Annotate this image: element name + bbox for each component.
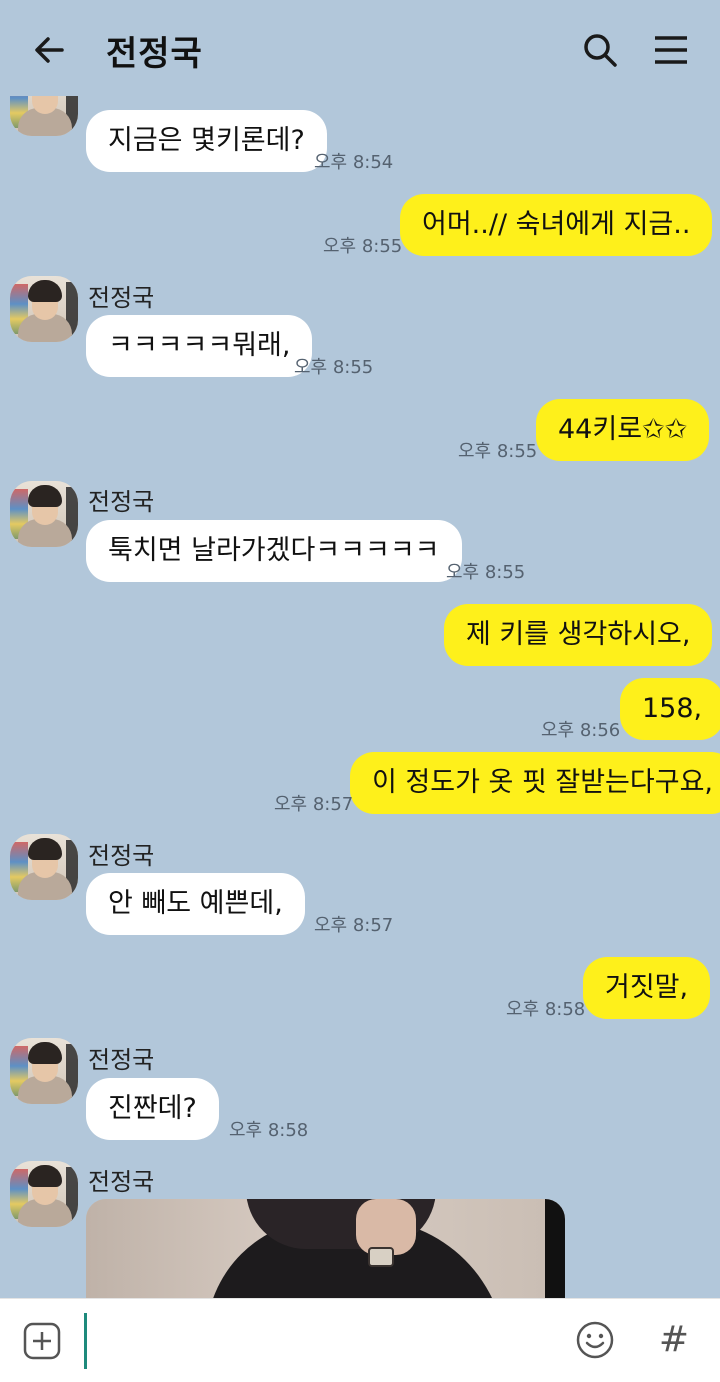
message-input[interactable] bbox=[96, 1317, 556, 1365]
message-time: 오후 8:54 bbox=[314, 152, 394, 173]
message-bubble-incoming[interactable]: 툭치면 날라가겠다ㅋㅋㅋㅋㅋ bbox=[86, 520, 462, 582]
message-bubble-incoming[interactable]: 진짠데? bbox=[86, 1078, 219, 1140]
attach-button[interactable] bbox=[22, 1321, 62, 1361]
text-cursor bbox=[84, 1313, 87, 1369]
message-time: 오후 8:56 bbox=[541, 720, 621, 741]
message-bubble-outgoing[interactable]: 이 정도가 옷 핏 잘받는다구요, bbox=[350, 752, 720, 814]
message-bubble-outgoing[interactable]: 158, bbox=[620, 678, 720, 740]
message-bubble-incoming[interactable]: 안 빼도 예쁜데, bbox=[86, 873, 305, 935]
avatar[interactable] bbox=[10, 1038, 78, 1104]
message-time: 오후 8:55 bbox=[458, 441, 538, 462]
message-bubble-incoming[interactable]: ㅋㅋㅋㅋㅋ뭐래, bbox=[86, 315, 313, 377]
plus-square-icon bbox=[23, 1322, 61, 1360]
message-bubble-outgoing[interactable]: 거짓말, bbox=[583, 957, 711, 1019]
message-bubble-outgoing[interactable]: 제 키를 생각하시오, bbox=[444, 604, 713, 666]
chat-title: 전정국 bbox=[106, 34, 203, 74]
hashtag-button[interactable]: # bbox=[654, 1313, 694, 1367]
search-icon bbox=[584, 34, 617, 67]
sender-name: 전정국 bbox=[88, 842, 155, 870]
message-time: 오후 8:58 bbox=[506, 999, 586, 1020]
smiley-icon bbox=[576, 1321, 614, 1359]
chat-header: 전정국 bbox=[0, 0, 720, 96]
message-bubble-outgoing[interactable]: 44키로✩✩ bbox=[536, 399, 710, 461]
message-time: 오후 8:55 bbox=[294, 357, 374, 378]
message-time: 오후 8:57 bbox=[274, 794, 354, 815]
avatar[interactable] bbox=[10, 276, 78, 342]
sender-name: 전정국 bbox=[88, 284, 155, 312]
menu-button[interactable] bbox=[648, 28, 694, 72]
message-bubble-outgoing[interactable]: 어머..// 숙녀에게 지금.. bbox=[400, 194, 713, 256]
hamburger-menu-icon bbox=[655, 36, 687, 64]
avatar[interactable] bbox=[10, 834, 78, 900]
message-input-bar: # bbox=[0, 1298, 720, 1382]
arrow-left-icon bbox=[35, 37, 64, 63]
message-bubble-incoming[interactable]: 지금은 몇키론데? bbox=[86, 110, 327, 172]
back-button[interactable] bbox=[28, 28, 72, 72]
avatar[interactable] bbox=[10, 1161, 78, 1227]
avatar[interactable] bbox=[10, 481, 78, 547]
sender-name: 전정국 bbox=[88, 1168, 155, 1196]
sender-name: 전정국 bbox=[88, 488, 155, 516]
message-time: 오후 8:58 bbox=[229, 1120, 309, 1141]
chat-messages[interactable]: 지금은 몇키론데? 오후 8:54 어머..// 숙녀에게 지금.. 오후 8:… bbox=[0, 96, 720, 1298]
sender-name: 전정국 bbox=[88, 1046, 155, 1074]
search-button[interactable] bbox=[578, 28, 622, 72]
emoji-button[interactable] bbox=[574, 1319, 616, 1361]
message-time: 오후 8:57 bbox=[314, 915, 394, 936]
message-time: 오후 8:55 bbox=[446, 562, 526, 583]
photo-message[interactable] bbox=[86, 1199, 565, 1298]
avatar[interactable] bbox=[10, 96, 78, 136]
message-time: 오후 8:55 bbox=[323, 236, 403, 257]
